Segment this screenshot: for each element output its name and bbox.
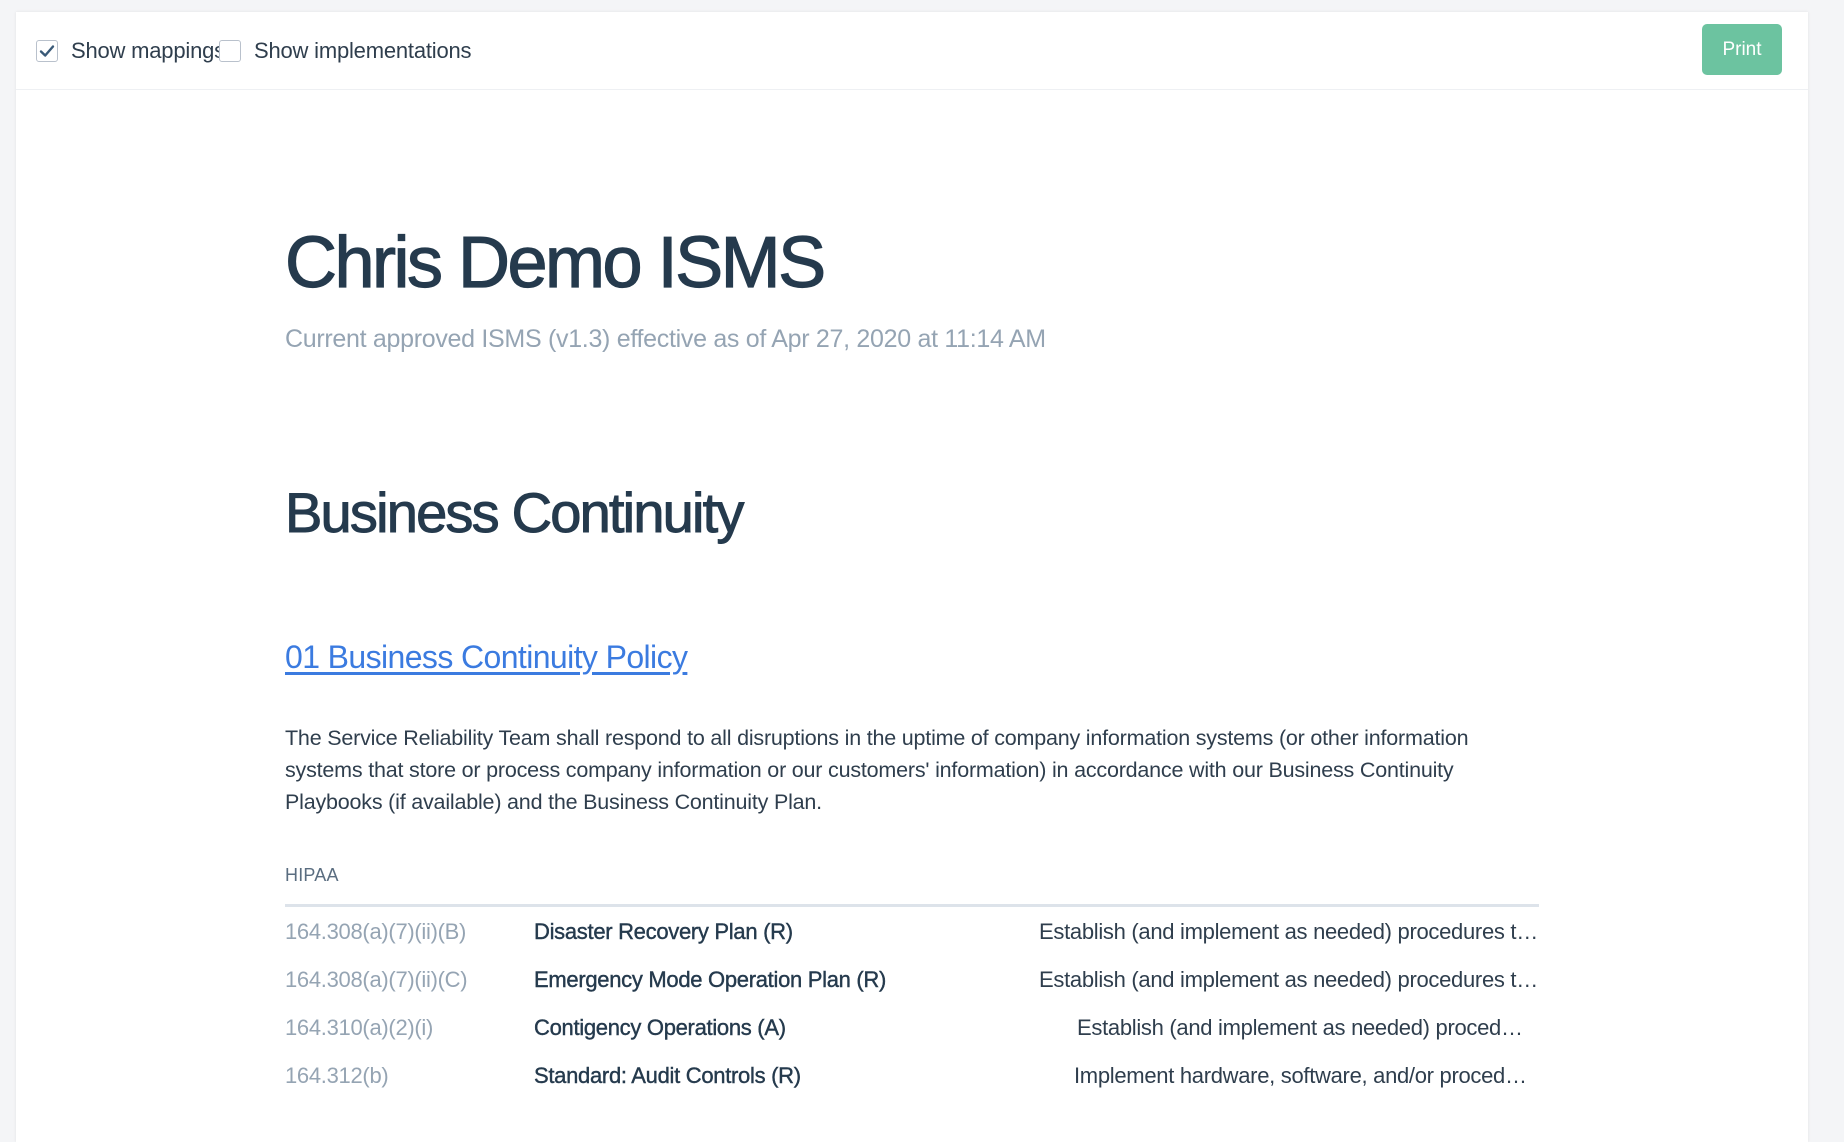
- mapping-name: Contigency Operations (A): [534, 1015, 786, 1040]
- mapping-row: 164.312(b) Standard: Audit Controls (R) …: [285, 1060, 1539, 1108]
- framework-label: HIPAA: [285, 865, 339, 885]
- mapping-description: Establish (and implement as needed) proc…: [1039, 919, 1539, 944]
- approval-status: Current approved ISMS (v1.3) effective a…: [285, 325, 1046, 353]
- show-implementations-checkbox[interactable]: Show implementations: [219, 36, 472, 66]
- mapping-row: 164.310(a)(2)(i) Contigency Operations (…: [285, 1012, 1539, 1060]
- policy-text: The Service Reliability Team shall respo…: [285, 726, 1469, 814]
- mapping-description: Establish (and implement as needed) proc…: [1077, 1015, 1529, 1040]
- divider: [285, 904, 1539, 907]
- show-implementations-label: Show implementations: [254, 38, 472, 63]
- mapping-row: 164.308(a)(7)(ii)(C) Emergency Mode Oper…: [285, 964, 1539, 1012]
- mapping-ref: 164.308(a)(7)(ii)(C): [285, 967, 468, 992]
- mapping-name: Disaster Recovery Plan (R): [534, 919, 793, 944]
- document-card: Show mappings Show implementations Print…: [16, 12, 1808, 1142]
- mapping-ref: 164.312(b): [285, 1063, 389, 1088]
- mapping-table: 164.308(a)(7)(ii)(B) Disaster Recovery P…: [285, 916, 1539, 1108]
- show-mappings-label: Show mappings: [71, 38, 225, 63]
- mapping-ref: 164.308(a)(7)(ii)(B): [285, 919, 467, 944]
- mapping-name: Standard: Audit Controls (R): [534, 1063, 801, 1088]
- page-title: Chris Demo ISMS: [284, 222, 826, 303]
- mapping-ref: 164.310(a)(2)(i): [285, 1015, 434, 1040]
- mapping-name: Emergency Mode Operation Plan (R): [534, 967, 887, 992]
- show-mappings-checkbox[interactable]: Show mappings: [36, 36, 225, 66]
- policy-link[interactable]: 01 Business Continuity Policy: [285, 639, 688, 676]
- section-title: Business Continuity: [285, 481, 745, 545]
- checkbox-unchecked[interactable]: [219, 40, 241, 62]
- check-icon: [39, 45, 55, 57]
- toolbar: Show mappings Show implementations Print: [16, 12, 1808, 90]
- mapping-row: 164.308(a)(7)(ii)(B) Disaster Recovery P…: [285, 916, 1539, 964]
- print-button[interactable]: Print: [1702, 24, 1782, 75]
- mapping-description: Implement hardware, software, and/or pro…: [1074, 1063, 1537, 1088]
- checkbox-checked[interactable]: [36, 40, 58, 62]
- mapping-description: Establish (and implement as needed) proc…: [1039, 967, 1539, 992]
